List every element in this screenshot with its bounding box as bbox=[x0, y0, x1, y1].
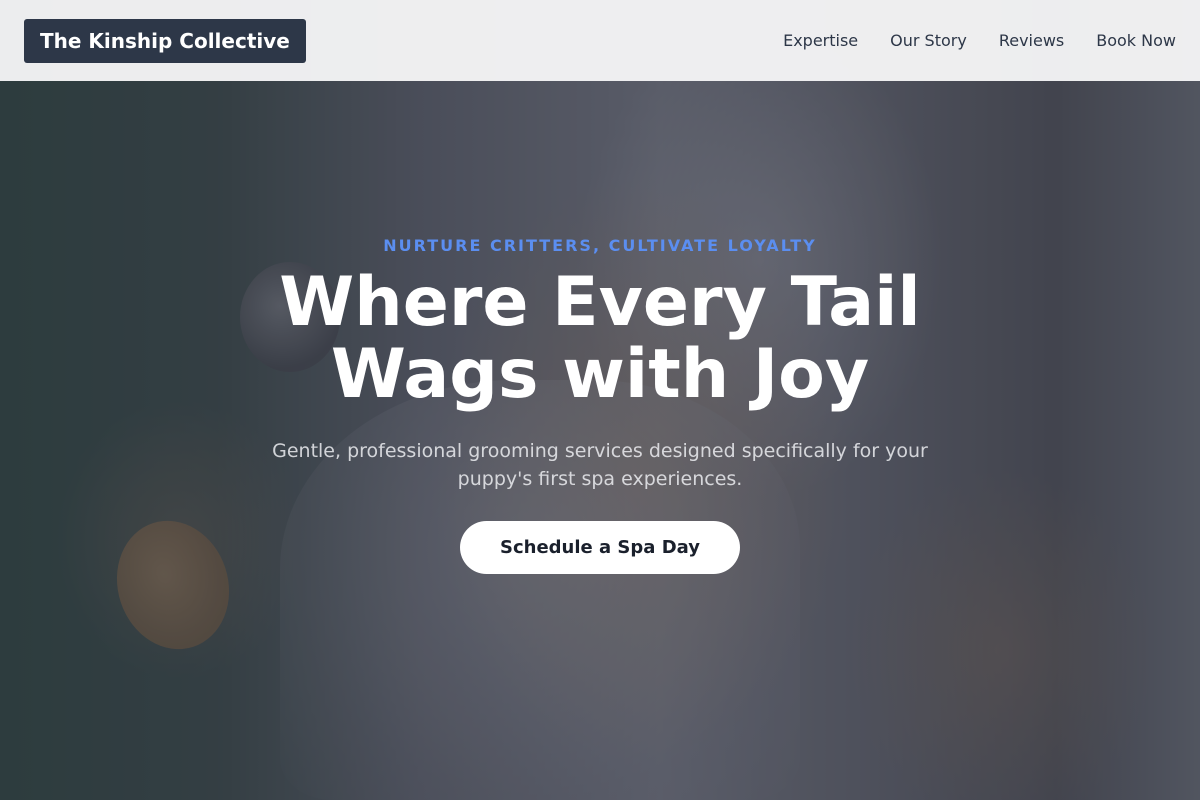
hero-headline: Where Every Tail Wags with Joy bbox=[279, 263, 921, 414]
nav-link-reviews[interactable]: Reviews bbox=[999, 31, 1064, 50]
landing-page: The Kinship Collective Expertise Our Sto… bbox=[0, 0, 1200, 800]
main-nav: Expertise Our Story Reviews Book Now bbox=[783, 31, 1176, 50]
site-header: The Kinship Collective Expertise Our Sto… bbox=[0, 0, 1200, 81]
hero-subheadline: Gentle, professional grooming services d… bbox=[272, 440, 928, 490]
site-logo[interactable]: The Kinship Collective bbox=[24, 18, 306, 63]
schedule-spa-day-button[interactable]: Schedule a Spa Day bbox=[460, 521, 740, 574]
nav-link-our-story[interactable]: Our Story bbox=[890, 31, 967, 50]
nav-link-book-now[interactable]: Book Now bbox=[1096, 31, 1176, 50]
hero-eyebrow: NURTURE CRITTERS, CULTIVATE LOYALTY bbox=[383, 236, 817, 255]
nav-link-expertise[interactable]: Expertise bbox=[783, 31, 858, 50]
hero-section: NURTURE CRITTERS, CULTIVATE LOYALTY Wher… bbox=[0, 81, 1200, 800]
